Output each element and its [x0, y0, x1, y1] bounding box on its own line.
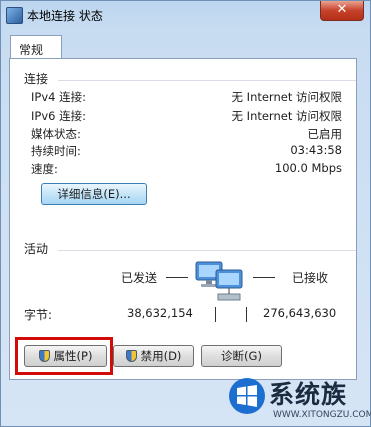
- close-icon: ✕: [336, 2, 348, 17]
- brand-name: 系统族: [269, 380, 348, 409]
- media-state-label: 媒体状态:: [31, 127, 81, 141]
- sent-line: [166, 277, 188, 278]
- title-bar[interactable]: 本地连接 状态 ✕: [1, 1, 370, 29]
- bytes-label: 字节:: [24, 308, 53, 322]
- received-line: [253, 277, 275, 278]
- activity-heading: 活动: [24, 242, 49, 256]
- network-icon: [6, 7, 23, 24]
- brand-watermark: 系统族 WWW.XITONGZU.COM: [228, 370, 371, 427]
- close-button[interactable]: ✕: [320, 1, 364, 21]
- ipv4-value: 无 Internet 访问权限: [231, 90, 342, 104]
- speed-value: 100.0 Mbps: [274, 161, 342, 175]
- properties-highlight-box: [15, 337, 113, 375]
- general-panel: [9, 58, 357, 380]
- diagnose-button[interactable]: 诊断(G): [201, 345, 282, 367]
- ipv4-label: IPv4 连接:: [31, 90, 86, 104]
- details-button[interactable]: 详细信息(E)...: [41, 183, 147, 205]
- disable-button[interactable]: 禁用(D): [113, 345, 194, 367]
- received-label: 已接收: [292, 271, 329, 285]
- speed-label: 速度:: [31, 162, 58, 176]
- connection-heading: 连接: [24, 72, 49, 86]
- network-computers-icon: [195, 261, 243, 301]
- activity-stem-left: [215, 307, 216, 322]
- windows-logo-icon: [229, 378, 265, 414]
- duration-label: 持续时间:: [31, 144, 81, 158]
- sent-label: 已发送: [121, 271, 158, 285]
- activity-stem-right: [246, 307, 247, 322]
- media-state-value: 已启用: [307, 127, 343, 141]
- connection-divider: [58, 80, 356, 81]
- ipv6-value: 无 Internet 访问权限: [231, 109, 342, 123]
- shield-icon: [125, 350, 137, 362]
- window-title: 本地连接 状态: [27, 9, 103, 23]
- tab-general[interactable]: 常规: [10, 35, 62, 60]
- activity-divider: [58, 250, 356, 251]
- bytes-received: 276,643,630: [263, 306, 337, 320]
- ipv6-label: IPv6 连接:: [31, 109, 86, 123]
- brand-url: WWW.XITONGZU.COM: [273, 410, 371, 420]
- duration-value: 03:43:58: [290, 143, 342, 157]
- bytes-sent: 38,632,154: [127, 306, 193, 320]
- disable-label: 禁用(D): [140, 349, 182, 363]
